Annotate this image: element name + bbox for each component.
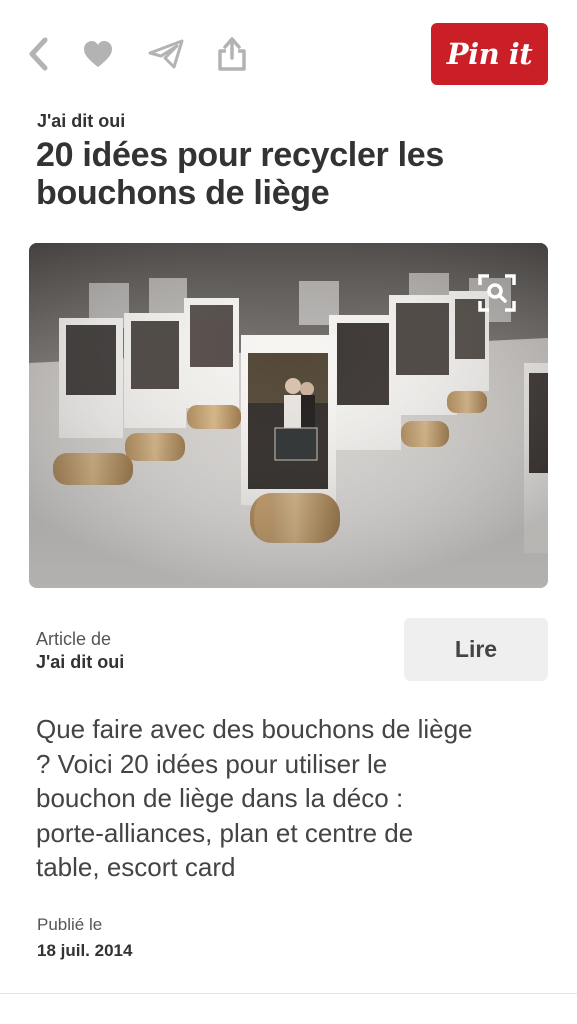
pin-description: Que faire avec des bouchons de liège ? V… [36, 714, 473, 882]
toolbar: Pin it [0, 0, 577, 100]
article-source[interactable]: J'ai dit oui [36, 652, 124, 673]
pin-title: 20 idées pour recycler les bouchons de l… [36, 136, 445, 212]
pin-source[interactable]: J'ai dit oui [37, 111, 125, 132]
published-label: Publié le [37, 915, 103, 934]
back-icon[interactable] [19, 34, 59, 74]
send-icon[interactable] [146, 34, 186, 74]
divider [0, 993, 577, 994]
pin-it-button[interactable]: Pin it [431, 23, 548, 85]
published-date: 18 juil. 2014 [37, 941, 133, 960]
share-icon[interactable] [212, 34, 252, 74]
heart-icon[interactable] [78, 34, 118, 74]
article-label: Article de [36, 629, 112, 649]
read-button[interactable]: Lire [404, 618, 548, 681]
visual-search-icon[interactable] [467, 270, 527, 316]
